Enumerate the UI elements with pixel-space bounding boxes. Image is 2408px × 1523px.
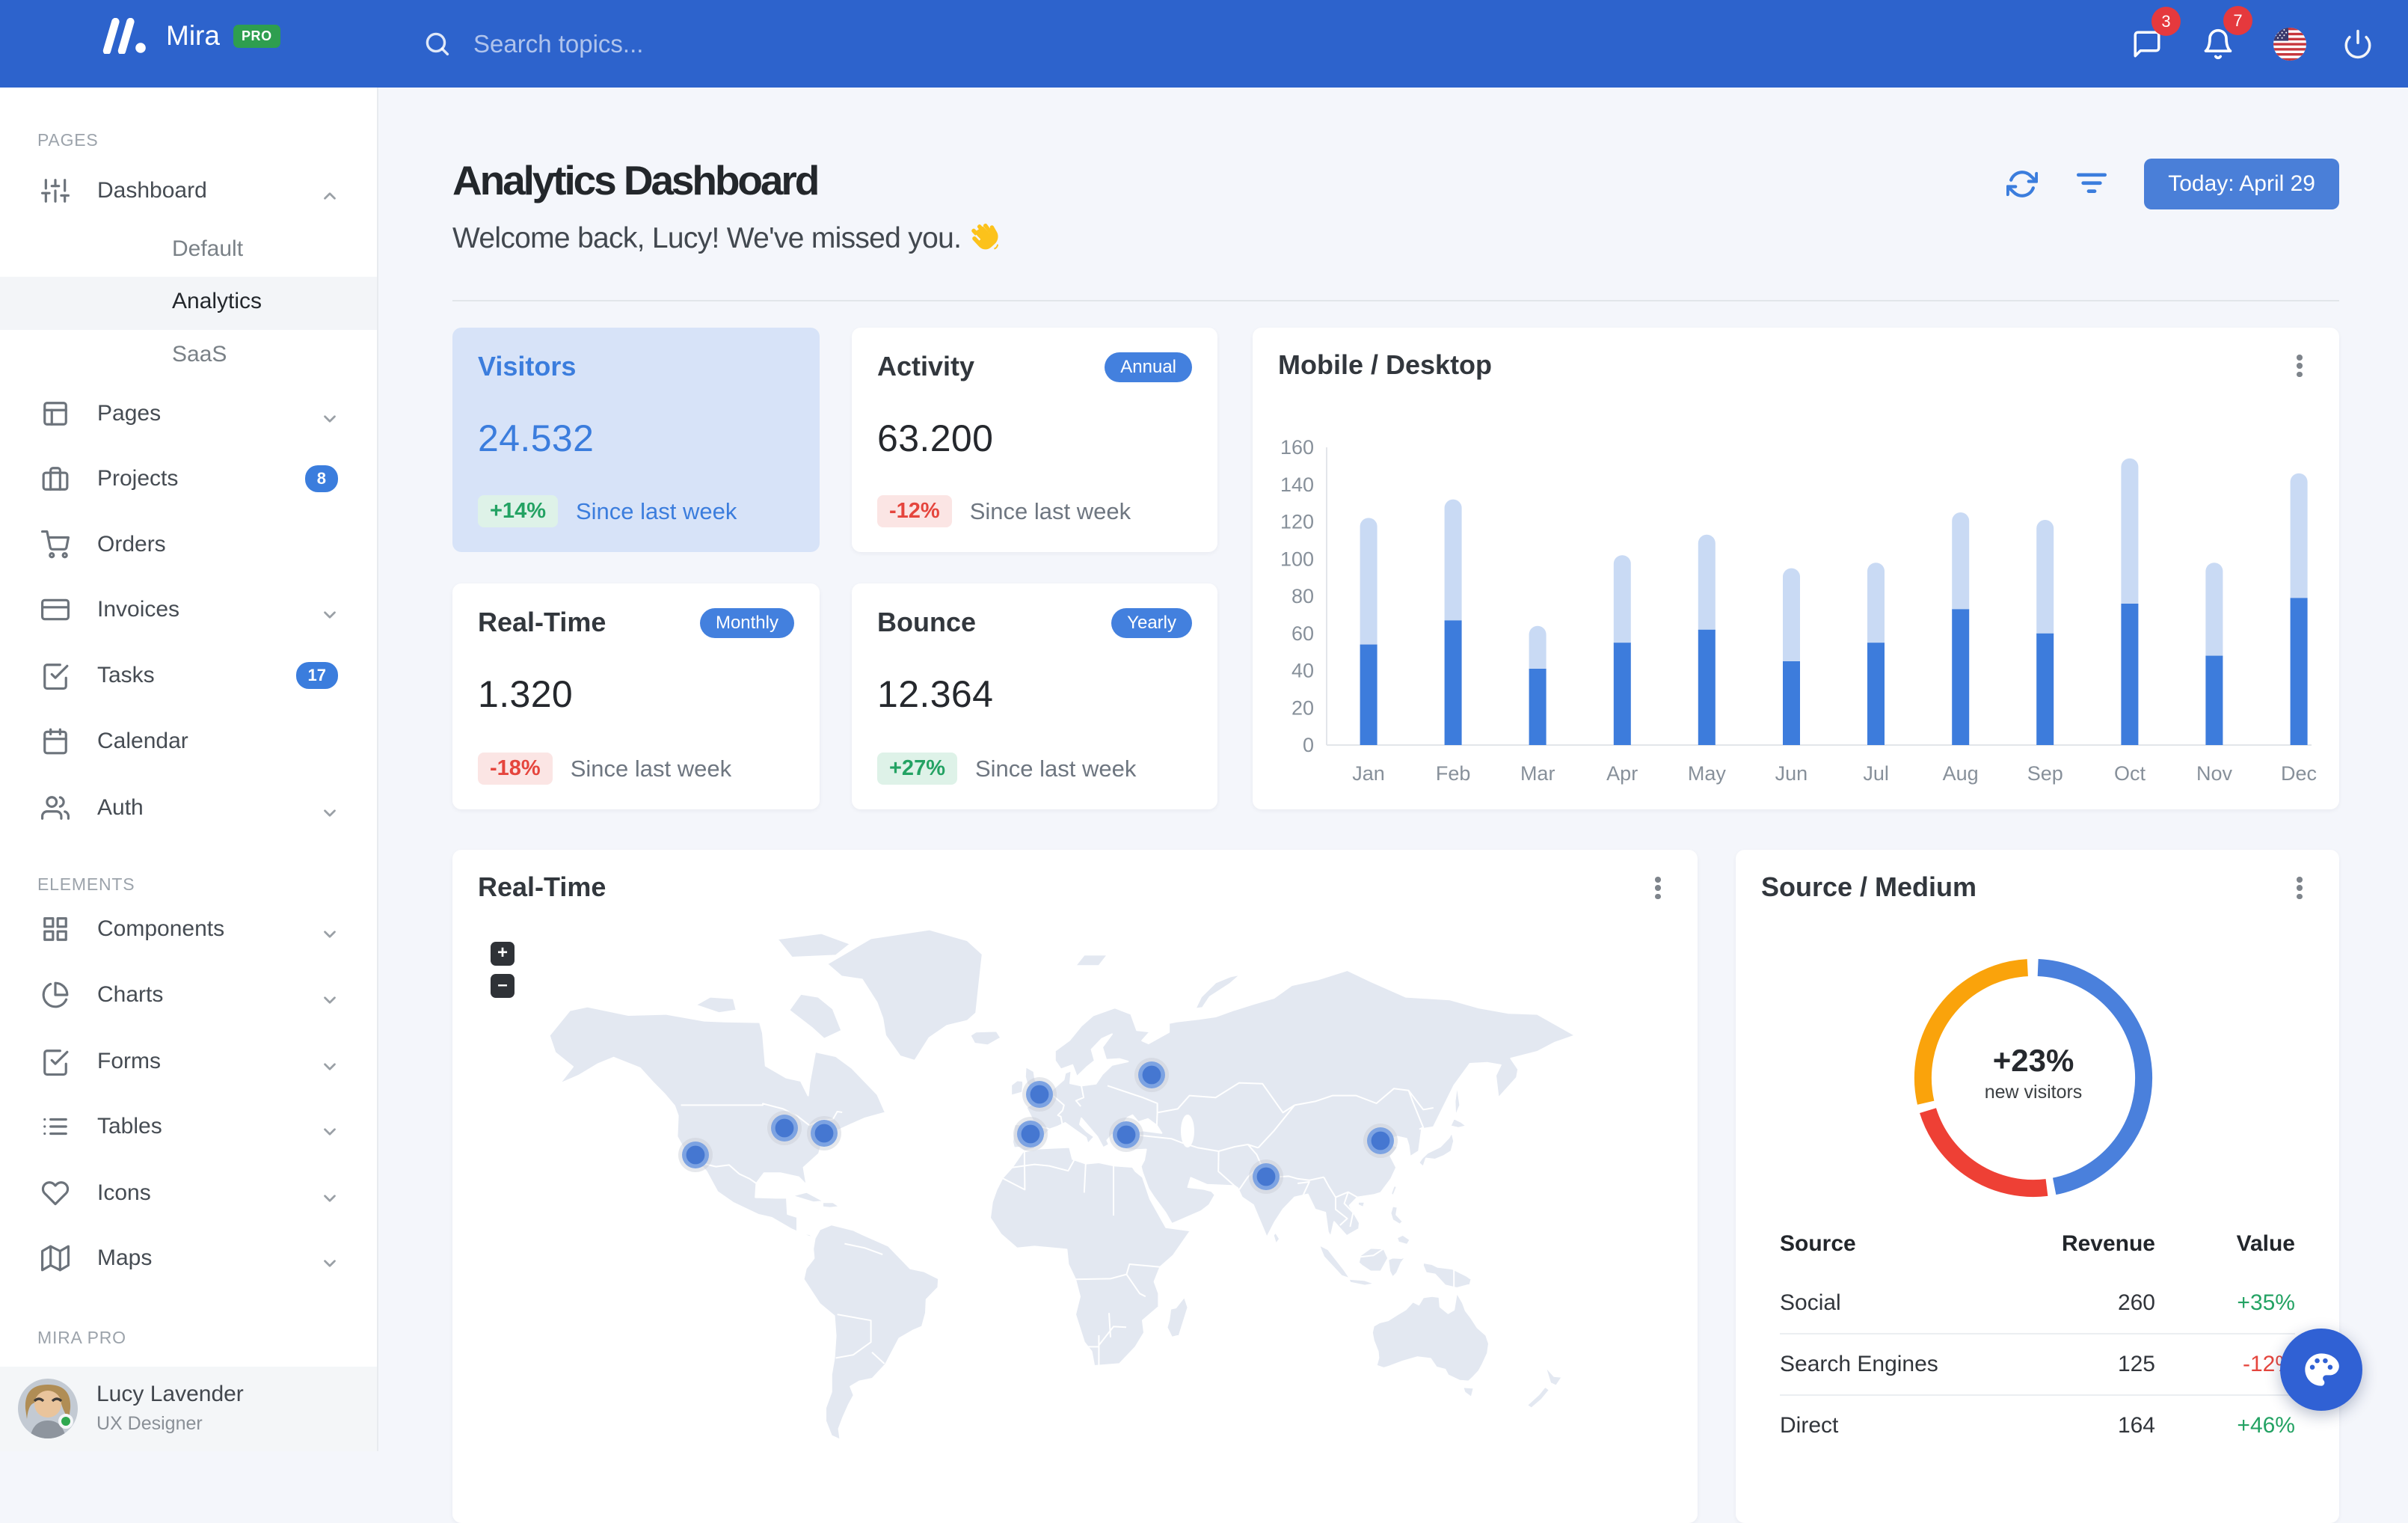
svg-text:160: 160 bbox=[1280, 436, 1314, 459]
svg-text:Nov: Nov bbox=[2196, 762, 2233, 785]
svg-text:Jun: Jun bbox=[1775, 762, 1808, 785]
svg-text:80: 80 bbox=[1291, 585, 1314, 607]
svg-text:20: 20 bbox=[1291, 696, 1314, 719]
svg-text:140: 140 bbox=[1280, 474, 1314, 496]
svg-text:Dec: Dec bbox=[2281, 762, 2317, 785]
svg-text:Jan: Jan bbox=[1352, 762, 1385, 785]
svg-text:Aug: Aug bbox=[1943, 762, 1979, 785]
svg-text:60: 60 bbox=[1291, 622, 1314, 645]
svg-text:Jul: Jul bbox=[1863, 762, 1889, 785]
svg-text:Sep: Sep bbox=[2027, 762, 2063, 785]
svg-text:May: May bbox=[1688, 762, 1727, 785]
svg-text:Mar: Mar bbox=[1520, 762, 1555, 785]
svg-text:Feb: Feb bbox=[1436, 762, 1471, 785]
svg-text:Apr: Apr bbox=[1606, 762, 1638, 785]
svg-text:Oct: Oct bbox=[2114, 762, 2146, 785]
svg-text:120: 120 bbox=[1280, 511, 1314, 533]
svg-text:40: 40 bbox=[1291, 660, 1314, 682]
svg-text:0: 0 bbox=[1303, 734, 1314, 756]
svg-text:100: 100 bbox=[1280, 548, 1314, 570]
